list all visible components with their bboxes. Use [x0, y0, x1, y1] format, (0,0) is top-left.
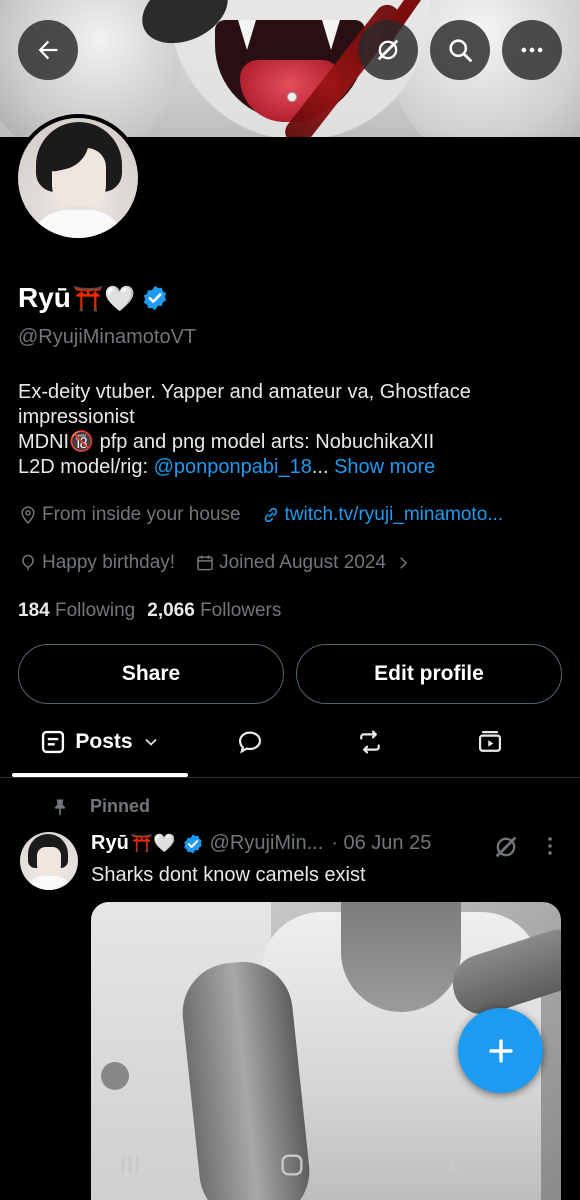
banner-art — [287, 92, 297, 102]
repost-icon — [360, 730, 380, 754]
banner-art — [238, 20, 256, 50]
location: From inside your house — [18, 504, 241, 526]
media-icon — [478, 730, 502, 752]
adult-emoji: 🔞 — [69, 431, 95, 453]
profile-bio: Ex-deity vtuber. Yapper and amateur va, … — [18, 380, 558, 480]
post-date[interactable]: · 06 Jun 25 — [331, 832, 431, 855]
plus-icon — [488, 1038, 513, 1063]
posts-tab-icon — [42, 730, 65, 754]
followers-link[interactable]: 2,066 Followers — [147, 600, 281, 622]
tab-posts[interactable]: Posts — [20, 712, 180, 772]
post-text: Sharks dont know camels exist — [91, 864, 366, 886]
recents-icon — [121, 1156, 139, 1174]
bio-line: MDNI🔞 pfp and png model arts: NobuchikaX… — [18, 431, 435, 453]
arrow-left-icon — [38, 40, 58, 60]
more-horizontal-icon — [521, 47, 543, 53]
joined-date[interactable]: Joined August 2024 — [195, 552, 412, 574]
display-name: Ryū — [18, 282, 71, 313]
verified-badge-icon[interactable] — [141, 284, 169, 312]
compose-button[interactable] — [458, 1008, 543, 1093]
pin-icon — [55, 799, 65, 815]
tab-media[interactable] — [460, 712, 520, 772]
back-button[interactable] — [18, 20, 78, 80]
search-button[interactable] — [430, 20, 490, 80]
post-author-name[interactable]: Ryū — [91, 832, 129, 855]
post-author-emojis: ⛩️🤍 — [130, 833, 176, 853]
nav-back-button[interactable] — [436, 1150, 476, 1180]
profile-meta-row: Happy birthday! Joined August 2024 — [18, 552, 412, 574]
profile-meta-row: From inside your house twitch.tv/ryuji_m… — [18, 504, 503, 526]
balloon-icon — [22, 554, 34, 571]
edit-profile-button[interactable]: Edit profile — [296, 644, 562, 704]
grok-icon — [377, 39, 399, 61]
home-icon — [281, 1154, 303, 1176]
bio-mention-link[interactable]: @ponponpabi_18 — [154, 456, 312, 478]
location-pin-icon — [21, 506, 35, 524]
following-link[interactable]: 184 Following — [18, 600, 135, 622]
link-icon — [264, 507, 277, 523]
tab-reposts[interactable] — [340, 712, 400, 772]
nav-back-icon — [448, 1154, 461, 1176]
post-avatar[interactable] — [20, 832, 78, 890]
search-icon — [449, 39, 472, 62]
share-button[interactable]: Share — [18, 644, 284, 704]
follow-stats: 184 Following 2,066 Followers — [18, 600, 281, 622]
name-emojis: ⛩️🤍 — [72, 283, 136, 313]
reply-bubble-icon — [238, 731, 262, 754]
bio-line: L2D model/rig: @ponponpabi_18... Show mo… — [18, 456, 436, 478]
chevron-down-icon — [145, 738, 157, 746]
grok-button[interactable] — [358, 20, 418, 80]
tab-replies[interactable] — [220, 712, 280, 772]
profile-avatar[interactable] — [14, 114, 142, 242]
more-options-button[interactable] — [502, 20, 562, 80]
banner-art — [322, 20, 340, 50]
chevron-right-icon — [400, 557, 408, 569]
more-vertical-icon[interactable] — [538, 834, 562, 858]
birthday: Happy birthday! — [18, 552, 175, 574]
profile-handle: @RyujiMinamotoVT — [18, 326, 197, 348]
pinned-label: Pinned — [50, 796, 150, 817]
post-author-handle[interactable]: @RyujiMin... — [210, 832, 324, 855]
bio-line: Ex-deity vtuber. Yapper and amateur va, … — [18, 381, 471, 428]
show-more-link[interactable]: Show more — [334, 456, 435, 478]
website-link[interactable]: twitch.tv/ryuji_minamoto... — [261, 504, 503, 526]
nav-home-button[interactable] — [272, 1150, 312, 1180]
post-header: Ryū ⛩️🤍 @RyujiMin... · 06 Jun 25 — [91, 832, 431, 855]
avatar-image — [18, 118, 138, 238]
tab-posts-label: Posts — [75, 730, 133, 753]
profile-name-row: Ryū ⛩️🤍 — [18, 282, 169, 314]
grok-icon[interactable] — [492, 833, 520, 861]
calendar-icon — [197, 555, 213, 571]
nav-recents-button[interactable] — [110, 1150, 150, 1180]
tabs-divider — [0, 777, 580, 778]
profile-tabs: Posts — [0, 712, 580, 778]
verified-badge-icon — [183, 833, 202, 854]
